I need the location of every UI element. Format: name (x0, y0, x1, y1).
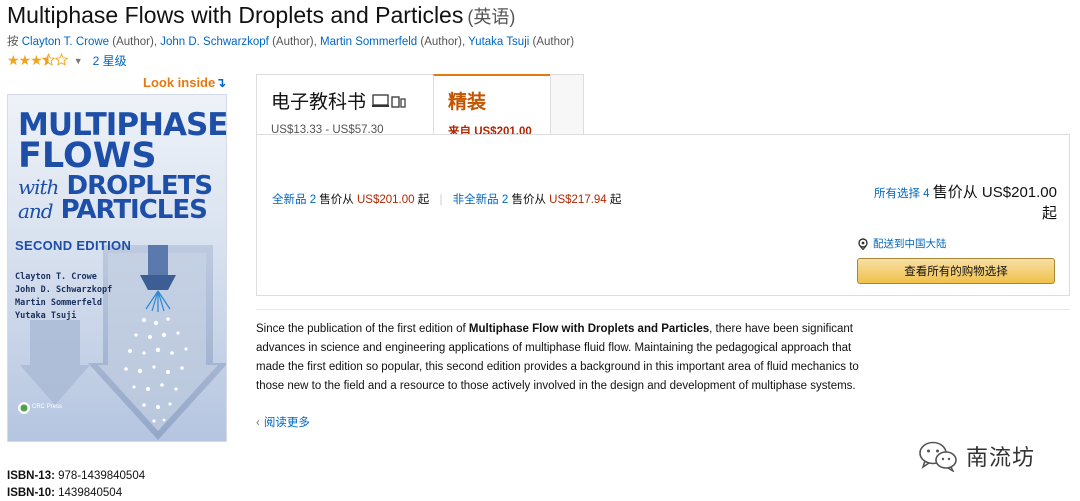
isbn-13: ISBN-13: 978-1439840504 (7, 470, 145, 482)
cover-author: Yutaka Tsuji (15, 311, 77, 321)
star-empty-icon (54, 52, 68, 68)
isbn-10-value: 1439840504 (58, 487, 123, 499)
isbn-10: ISBN-10: 1439840504 (7, 487, 122, 499)
wechat-icon (919, 441, 957, 472)
watermark: 南流坊 (918, 440, 1035, 472)
devices-icon (372, 93, 406, 108)
author-separator: , (313, 36, 317, 48)
section-divider (256, 309, 1070, 310)
cover-title-line: and (18, 199, 54, 224)
see-all-buying-options-button[interactable]: 查看所有的购物选择 (857, 258, 1055, 284)
all-options-link[interactable]: 所有选择 4 (874, 188, 930, 200)
buy-box: 所有选择 4 售价从 US$201.00 起 配送到中国大陆 查看所有的购物选择 (857, 183, 1057, 284)
format-tabs: 电子教科书 US$13.33 - US$57.30 精装 来自 US$201.0… (256, 74, 584, 138)
isbn-13-value: 978-1439840504 (58, 470, 146, 482)
new-offers-price: US$201.00 (357, 194, 415, 206)
chevron-down-icon[interactable]: ▼ (74, 56, 83, 66)
cover-edition: SECOND EDITION (15, 238, 132, 253)
read-more-label: 阅读更多 (263, 417, 310, 429)
cover-title: MULTIPHASE FLOWS with DROPLETS and PARTI… (18, 109, 226, 226)
author-role: (Author) (420, 36, 462, 48)
deliver-to-label: 配送到中国大陆 (873, 238, 947, 250)
tab-hardcover[interactable]: 精装 来自 US$201.00 (433, 74, 551, 138)
new-offers-link[interactable]: 全新品 2 (272, 194, 316, 206)
all-options: 所有选择 4 售价从 US$201.00 起 (857, 183, 1057, 225)
book-description: Since the publication of the first editi… (256, 320, 866, 396)
used-offers-price: US$217.94 (549, 194, 607, 206)
offers-summary: 全新品 2 售价从 US$201.00 起 | 非全新品 2 售价从 US$21… (272, 191, 621, 207)
new-offers-suffix: 起 (417, 194, 430, 206)
watermark-text: 南流坊 (966, 446, 1036, 471)
chevron-left-icon: ‹ (256, 417, 260, 429)
down-arrow-icon: ↴ (215, 75, 227, 90)
cover-author: Clayton T. Crowe (15, 272, 97, 282)
author-role: (Author) (112, 36, 154, 48)
rating-row: ★ ★ ★ ▼ 2 星级 (7, 52, 127, 69)
title-row: Multiphase Flows with Droplets and Parti… (7, 2, 515, 29)
tab-more (550, 74, 584, 135)
author-link-crowe[interactable]: Clayton T. Crowe (22, 36, 109, 48)
byline-prefix: 按 (7, 36, 19, 48)
author-link-tsuji[interactable]: Yutaka Tsuji (468, 36, 529, 48)
offers-separator: | (439, 194, 443, 206)
tab-ebook[interactable]: 电子教科书 US$13.33 - US$57.30 (256, 74, 434, 136)
byline: 按 Clayton T. Crowe (Author), John D. Sch… (7, 33, 574, 49)
tab-ebook-label: 电子教科书 (271, 92, 367, 113)
author-separator: , (461, 36, 466, 48)
description-lead: Since the publication of the first editi… (256, 323, 469, 335)
star-full-icon: ★ (18, 52, 32, 68)
deliver-to-link[interactable]: 配送到中国大陆 (857, 236, 1057, 251)
author-link-sommerfeld[interactable]: Martin Sommerfeld (320, 36, 417, 48)
cover-title-line: PARTICLES (60, 195, 208, 226)
all-options-price: 售价从 US$201.00 (932, 184, 1057, 201)
isbn-13-label: ISBN-13: (7, 470, 55, 482)
star-half-icon (41, 52, 55, 68)
used-offers-from: 售价从 (511, 194, 546, 206)
offers-panel: 全新品 2 售价从 US$201.00 起 | 非全新品 2 售价从 US$21… (256, 134, 1070, 296)
cover-authors: Clayton T. Crowe John D. Schwarzkopf Mar… (15, 271, 112, 323)
author-role: (Author) (532, 36, 575, 48)
look-inside-link[interactable]: Look inside↴ (143, 75, 226, 91)
isbn-10-label: ISBN-10: (7, 487, 55, 499)
product-title: Multiphase Flows with Droplets and Parti… (7, 2, 464, 28)
used-offers-suffix: 起 (609, 194, 622, 206)
look-inside-label: Look inside (143, 75, 216, 90)
product-language: (英语) (467, 7, 516, 27)
tab-hardcover-label: 精装 (448, 92, 487, 113)
star-rating[interactable]: ★ ★ ★ (7, 52, 68, 68)
ratings-count-link[interactable]: 2 星级 (93, 52, 127, 69)
description-bold-title: Multiphase Flow with Droplets and Partic… (468, 323, 710, 335)
cover-publisher: CRC Press (32, 404, 63, 410)
author-role: (Author) (272, 36, 314, 48)
book-cover-image[interactable]: MULTIPHASE FLOWS with DROPLETS and PARTI… (7, 94, 227, 442)
star-full-icon: ★ (7, 52, 20, 68)
all-options-suffix: 起 (1041, 205, 1057, 222)
location-pin-icon (858, 237, 868, 250)
used-offers-link[interactable]: 非全新品 2 (453, 194, 509, 206)
cover-title-line: FLOWS (18, 136, 157, 177)
cover-author: Martin Sommerfeld (15, 298, 102, 308)
cover-author: John D. Schwarzkopf (15, 285, 113, 295)
author-link-schwarzkopf[interactable]: John D. Schwarzkopf (160, 36, 269, 48)
new-offers-from: 售价从 (319, 194, 354, 206)
read-more-link[interactable]: ‹ 阅读更多 (256, 414, 310, 430)
star-full-icon: ★ (30, 52, 43, 68)
author-separator: , (153, 36, 158, 48)
